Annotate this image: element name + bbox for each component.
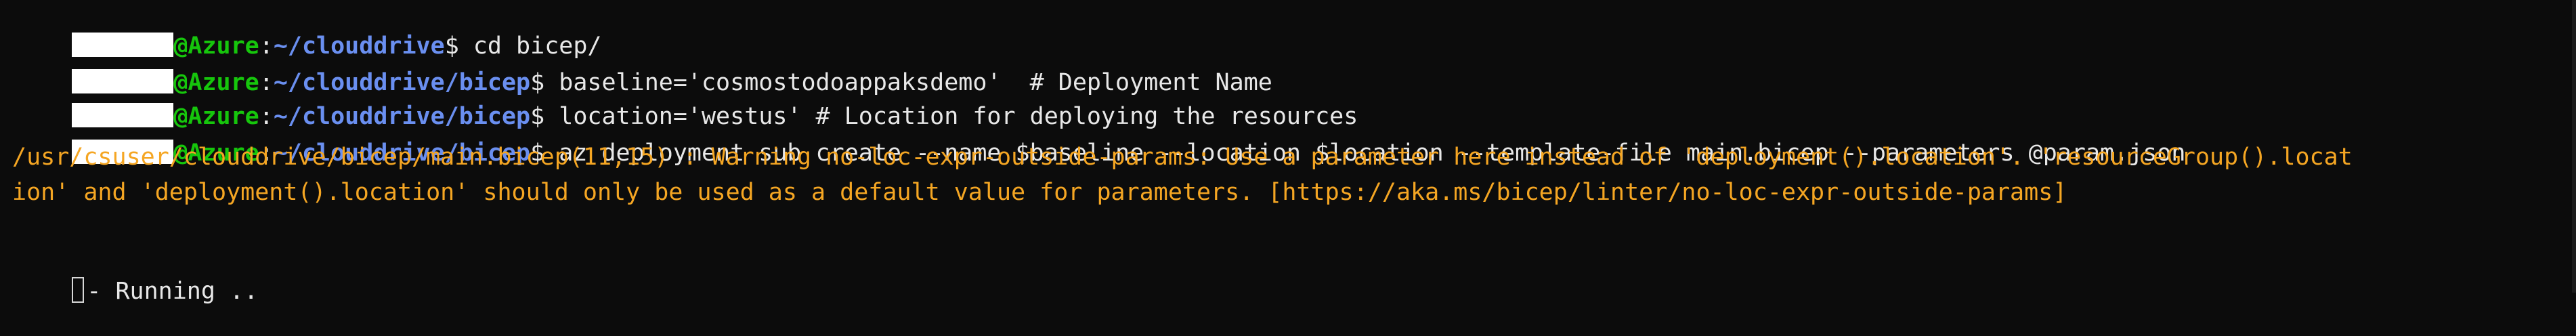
prompt-line: @Azure:~/clouddrive$ cd bicep/: [15, 1, 601, 60]
prompt-line: @Azure:~/clouddrive/bicep$ az deployment…: [15, 108, 2185, 167]
prompt-line: @Azure:~/clouddrive/bicep$ baseline='cos…: [15, 38, 1272, 96]
status-text: - Running ..: [87, 278, 259, 305]
cursor-box-icon: [72, 277, 85, 303]
warning-line: ion' and 'deployment().location' should …: [12, 179, 2067, 206]
scrollbar[interactable]: [2572, 0, 2576, 293]
prompt-line: @Azure:~/clouddrive/bicep$ location='wes…: [15, 72, 1358, 130]
status-line: - Running ..: [15, 247, 258, 305]
warning-line: /usr/csuser/clouddrive/bicep/main.bicep(…: [12, 144, 2353, 171]
terminal-window[interactable]: @Azure:~/clouddrive$ cd bicep/ @Azure:~/…: [0, 0, 2576, 305]
